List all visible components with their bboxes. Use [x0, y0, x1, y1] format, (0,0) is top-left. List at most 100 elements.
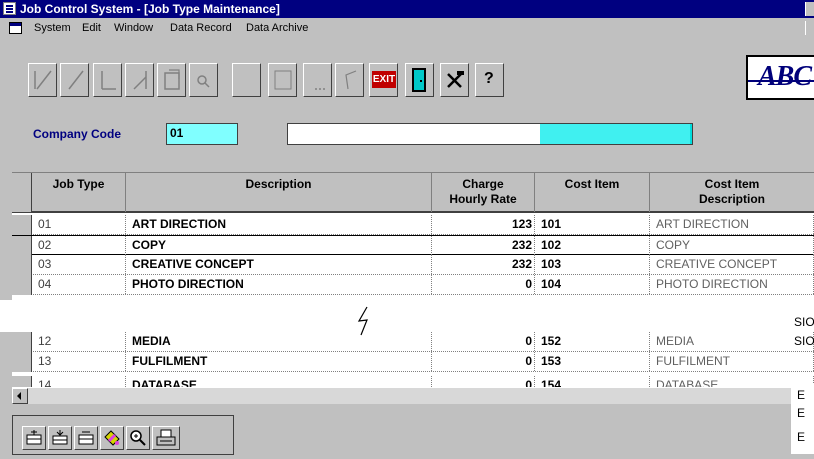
print-button[interactable]	[152, 426, 180, 450]
cell-description[interactable]: CREATIVE CONCEPT	[126, 255, 432, 274]
table-row[interactable]: 14 DATABASE 0 154 DATABASE	[12, 376, 814, 387]
zoom-button[interactable]	[126, 426, 150, 450]
cell-description[interactable]: ART DIRECTION	[126, 215, 432, 234]
cell-cost-item[interactable]: 152	[535, 332, 650, 351]
cell-description[interactable]: PHOTO DIRECTION	[126, 275, 432, 294]
cell-charge-rate[interactable]: 0	[432, 376, 535, 387]
find-record-button[interactable]	[189, 63, 218, 97]
scroll-left-arrow-icon[interactable]	[12, 388, 28, 404]
cell-job-type[interactable]: 03	[32, 255, 126, 274]
cell-charge-rate[interactable]: 0	[432, 352, 535, 371]
cell-cost-item[interactable]: 153	[535, 352, 650, 371]
row-indicator[interactable]	[12, 332, 32, 352]
cell-charge-rate[interactable]: 232	[432, 255, 535, 274]
cell-job-type[interactable]: 01	[32, 215, 126, 234]
cell-cost-item-description: ART DIRECTION	[650, 215, 814, 234]
cell-cost-item[interactable]: 154	[535, 376, 650, 387]
table-row[interactable]: 01 ART DIRECTION 123 101 ART DIRECTION	[12, 215, 814, 235]
previous-record-icon	[68, 70, 84, 90]
insert-row-button[interactable]	[22, 426, 46, 450]
cell-charge-rate[interactable]: 0	[432, 332, 535, 351]
table-row[interactable]: 03 CREATIVE CONCEPT 232 103 CREATIVE CON…	[12, 255, 814, 275]
company-logo: ABC	[746, 55, 814, 100]
menu-edit[interactable]: Edit	[82, 22, 101, 34]
column-header-cost-item[interactable]: Cost Item	[535, 173, 650, 212]
company-name-field[interactable]	[287, 123, 693, 145]
cell-job-type[interactable]: 13	[32, 352, 126, 371]
column-header-label: Cost Item	[564, 177, 620, 191]
previous-record-button[interactable]	[60, 63, 89, 97]
eraser-icon	[104, 430, 120, 446]
document-icon[interactable]	[9, 22, 22, 34]
menu-system[interactable]: System	[34, 22, 71, 34]
row-indicator[interactable]	[12, 255, 32, 275]
column-header-label-line2: Description	[698, 192, 765, 206]
cell-cost-item[interactable]: 102	[535, 236, 650, 255]
row-indicator[interactable]	[12, 275, 32, 295]
eraser-button[interactable]	[100, 426, 124, 450]
window-control-button[interactable]	[805, 2, 814, 16]
tools-button[interactable]	[440, 63, 469, 97]
screenshot-break-band	[0, 300, 814, 332]
company-code-field[interactable]: 01	[166, 123, 238, 145]
cell-charge-rate[interactable]: 123	[432, 215, 535, 234]
blank-button-4[interactable]	[335, 63, 364, 97]
menu-window[interactable]: Window	[114, 22, 153, 34]
mdi-control-button[interactable]	[805, 21, 814, 35]
insert-row-icon	[26, 430, 42, 445]
help-button[interactable]: ?	[475, 63, 504, 97]
truncated-column-area: E E E	[791, 384, 814, 454]
first-record-button[interactable]	[28, 63, 57, 97]
cell-job-type[interactable]: 12	[32, 332, 126, 351]
horizontal-scrollbar[interactable]	[12, 387, 808, 404]
help-icon: ?	[484, 70, 494, 87]
blank-button-3[interactable]	[303, 63, 332, 97]
zoom-icon	[130, 430, 146, 446]
truncated-text-fragment: SIO	[794, 315, 814, 329]
cell-charge-rate[interactable]: 232	[432, 236, 535, 255]
cell-cost-item[interactable]: 103	[535, 255, 650, 274]
scroll-track[interactable]	[28, 388, 808, 404]
cell-description[interactable]: COPY	[126, 236, 432, 255]
blank-button-1[interactable]	[232, 63, 261, 97]
job-type-grid: Job Type Description Charge Hourly Rate …	[12, 172, 814, 387]
door-button[interactable]	[405, 63, 434, 97]
column-header-job-type[interactable]: Job Type	[32, 173, 126, 212]
exit-button[interactable]: EXIT	[369, 63, 398, 97]
app-icon[interactable]	[3, 2, 16, 15]
blank-button-2[interactable]	[268, 63, 297, 97]
table-row[interactable]: 12 MEDIA 0 152 MEDIA	[12, 332, 814, 352]
cell-job-type[interactable]: 04	[32, 275, 126, 294]
delete-row-button[interactable]	[74, 426, 98, 450]
add-record-button[interactable]	[157, 63, 186, 97]
curve-icon	[345, 70, 357, 90]
column-header-cost-item-description[interactable]: Cost Item Description	[650, 173, 814, 212]
cell-job-type[interactable]: 14	[32, 376, 126, 387]
cell-description[interactable]: DATABASE	[126, 376, 432, 387]
table-row[interactable]: 04 PHOTO DIRECTION 0 104 PHOTO DIRECTION	[12, 275, 814, 295]
menu-data-record[interactable]: Data Record	[170, 22, 232, 34]
last-record-button[interactable]	[125, 63, 154, 97]
insert-row-above-button[interactable]	[48, 426, 72, 450]
cell-charge-rate[interactable]: 0	[432, 275, 535, 294]
column-header-charge-hourly-rate[interactable]: Charge Hourly Rate	[432, 173, 535, 212]
table-row[interactable]: 13 FULFILMENT 0 153 FULFILMENT	[12, 352, 814, 372]
row-indicator[interactable]	[12, 236, 32, 256]
row-indicator[interactable]	[12, 376, 32, 387]
cell-description[interactable]: MEDIA	[126, 332, 432, 351]
column-header-label-line1: Charge	[462, 177, 504, 191]
blank-page-icon	[274, 70, 292, 90]
column-header-description[interactable]: Description	[126, 173, 432, 212]
cell-job-type[interactable]: 02	[32, 236, 126, 255]
menu-data-archive[interactable]: Data Archive	[246, 22, 308, 34]
window-title: Job Control System - [Job Type Maintenan…	[20, 2, 280, 16]
cell-description[interactable]: FULFILMENT	[126, 352, 432, 371]
next-record-button[interactable]	[93, 63, 122, 97]
cell-cost-item[interactable]: 104	[535, 275, 650, 294]
exit-sign-icon: EXIT	[372, 71, 396, 88]
table-row[interactable]: 02 COPY 232 102 COPY	[12, 235, 814, 256]
break-icon	[357, 306, 368, 336]
row-indicator[interactable]	[12, 352, 32, 372]
row-indicator[interactable]	[12, 215, 32, 235]
cell-cost-item[interactable]: 101	[535, 215, 650, 234]
